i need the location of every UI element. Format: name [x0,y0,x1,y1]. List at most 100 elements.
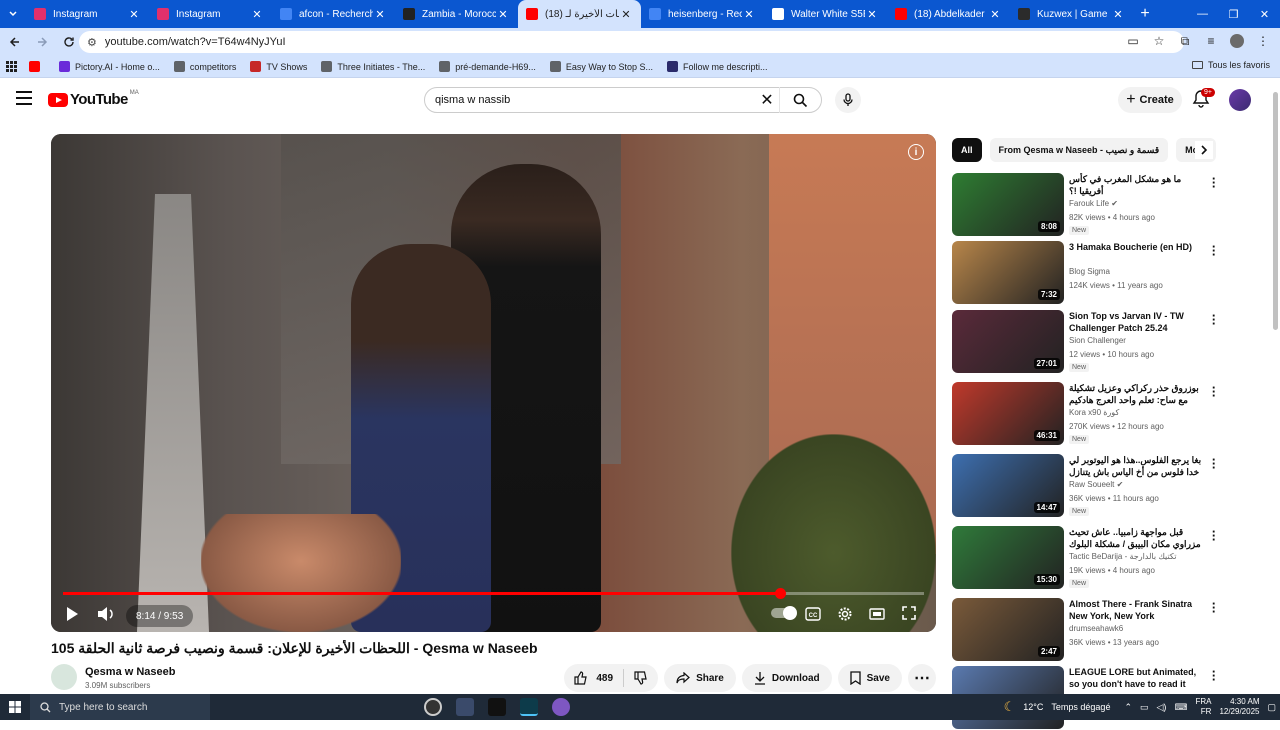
recommendation-channel[interactable]: Blog Sigma [1069,267,1110,276]
recommendation-channel[interactable]: Sion Challenger [1069,336,1126,345]
bookmark-7[interactable]: Follow me descripti... [667,61,768,72]
site-info-icon[interactable]: ⚙ [87,36,97,49]
more-vertical-icon[interactable]: · · · [1210,172,1218,193]
volume-button[interactable] [97,606,115,622]
video-thumbnail[interactable]: 14:47 [952,454,1064,517]
chrome-menu-icon[interactable]: ⋮ [1252,30,1274,52]
tab-close-icon[interactable]: ✕ [250,8,264,21]
more-vertical-icon[interactable]: · · · [1210,597,1218,618]
tab-close-icon[interactable]: ✕ [619,8,633,21]
recommendation-item[interactable]: 2:47 Almost There - Frank Sinatra New Yor… [952,597,1222,662]
tab-0[interactable]: Instagram ✕ [26,0,149,28]
taskbar-app-chrome-icon[interactable] [552,698,570,716]
video-thumbnail[interactable]: 7:32 [952,241,1064,304]
recommendation-title[interactable]: ما هو مشكل المغرب في كأس أفريقيا !؟ [1069,173,1203,197]
bookmark-3[interactable]: TV Shows [250,61,307,72]
tab-6[interactable]: Walter White S5B - W✕ [764,0,887,28]
chip-0[interactable]: All [952,138,982,162]
more-vertical-icon[interactable]: · · · [1210,381,1218,402]
recommendation-title[interactable]: Sion Top vs Jarvan IV - TW Challenger Pa… [1069,310,1203,334]
recommendation-item[interactable]: 27:01 Sion Top vs Jarvan IV - TW Challeng… [952,309,1222,374]
video-thumbnail[interactable]: 46:31 [952,382,1064,445]
more-vertical-icon[interactable]: · · · [1210,525,1218,546]
save-button[interactable]: Save [837,664,902,692]
tab-close-icon[interactable]: ✕ [988,8,1002,21]
recommendation-channel[interactable]: Tactic BeDarija - تكتيك بالدارجة [1069,552,1177,561]
voice-search-button[interactable] [835,87,861,113]
autoplay-toggle[interactable] [771,606,797,620]
reload-button[interactable] [57,30,81,54]
bookmark-1[interactable]: Pictory.AI - Home o... [59,61,160,72]
recommendation-channel[interactable]: drumseahawk6 [1069,624,1123,633]
like-button[interactable]: 489 [564,669,625,687]
video-player[interactable]: i 8:14 / 9:53 CC [51,134,936,632]
tab-2[interactable]: afcon - Recherche Go✕ [272,0,395,28]
profile-avatar[interactable] [1226,30,1248,52]
guide-menu-icon[interactable] [16,91,32,109]
chip-1[interactable]: From Qesma w Naseeb - قسمة و نصيب [989,138,1169,162]
tab-search-button[interactable] [0,0,26,28]
taskbar-app-editor-icon[interactable] [456,698,474,716]
video-thumbnail[interactable]: 8:08 [952,173,1064,236]
recommendation-channel[interactable]: Raw Soueelt ✔ [1069,480,1123,489]
keyboard-icon[interactable]: ⌨ [1174,702,1187,713]
info-icon[interactable]: i [908,144,924,160]
weather-icon[interactable]: ☾ [1004,699,1016,715]
page-scrollbar[interactable] [1271,80,1280,692]
taskbar-app-capcut-icon[interactable] [520,698,538,716]
maximize-button[interactable]: ❐ [1218,0,1249,28]
theater-mode-button[interactable] [869,607,885,621]
more-vertical-icon[interactable]: · · · [1210,665,1218,686]
install-app-icon[interactable]: ▭ [1122,30,1144,52]
all-bookmarks-folder[interactable]: Tous les favoris [1191,60,1270,70]
tab-close-icon[interactable]: ✕ [373,8,387,21]
tab-3[interactable]: Zambia - Morocco Be✕ [395,0,518,28]
tab-close-icon[interactable]: ✕ [865,8,879,21]
fullscreen-button[interactable] [902,606,916,620]
create-button[interactable]: + Create [1118,87,1182,113]
tab-4[interactable]: (18) اللحظات الأخيرة لـ✕ [518,0,641,28]
taskbar-search[interactable]: Type here to search [30,694,210,720]
video-thumbnail[interactable]: 15:30 [952,526,1064,589]
more-vertical-icon[interactable]: · · · [1210,309,1218,330]
address-bar[interactable]: ⚙ youtube.com/watch?v=T64w4NyJYuI [79,31,1184,53]
recommendation-title[interactable]: LEAGUE LORE but Animated, so you don't h… [1069,666,1203,690]
subtitles-button[interactable]: CC [805,607,821,621]
bookmark-6[interactable]: Easy Way to Stop S... [549,61,653,72]
tab-close-icon[interactable]: ✕ [496,8,510,21]
recommendation-item[interactable]: 15:30 قبل مواجهة زامبيا.. عاش تحيث مزراوي… [952,525,1222,590]
recommendation-title[interactable]: 3 Hamaka Boucherie (en HD) [1069,241,1203,253]
video-thumbnail[interactable]: 2:47 [952,598,1064,661]
channel-avatar[interactable] [51,664,77,690]
tab-5[interactable]: heisenberg - Recherc✕ [641,0,764,28]
start-button[interactable] [0,694,30,720]
search-input[interactable]: qisma w nassib [425,94,755,106]
tab-close-icon[interactable]: ✕ [127,8,141,21]
clear-search-icon[interactable]: ✕ [755,90,779,110]
notification-center-icon[interactable]: ▢ [1267,702,1276,713]
recommendation-channel[interactable]: Kora x90 كورة [1069,408,1119,417]
download-button[interactable]: Download [741,664,832,692]
progress-bar[interactable] [63,588,924,599]
recommendation-item[interactable]: 14:47 بغا يرجع الفلوس..هذا هو اليوتوبر لي… [952,453,1222,518]
recommendation-title[interactable]: Almost There - Frank Sinatra New York, N… [1069,598,1203,622]
recommendation-title[interactable]: بغا يرجع الفلوس..هذا هو اليوتوبر لي خدا … [1069,454,1203,478]
bookmark-0[interactable] [29,61,45,72]
recommendation-item[interactable]: 7:32 3 Hamaka Boucherie (en HD) Blog Sigma… [952,240,1222,305]
taskbar-app-obs-icon[interactable] [424,698,442,716]
bookmark-4[interactable]: Three Initiates - The... [321,61,425,72]
back-button[interactable] [3,30,27,54]
tab-close-icon[interactable]: ✕ [742,8,756,21]
more-vertical-icon[interactable]: · · · [1210,453,1218,474]
share-button[interactable]: Share [664,664,736,692]
forward-button[interactable] [30,30,54,54]
play-button[interactable] [65,606,79,622]
video-thumbnail[interactable]: 27:01 [952,310,1064,373]
tab-7[interactable]: (18) Abdelkader Khar✕ [887,0,1010,28]
recommendation-item[interactable]: 8:08 ما هو مشكل المغرب في كأس أفريقيا !؟ F… [952,172,1222,237]
apps-grid-icon[interactable] [6,61,17,72]
bookmark-star-icon[interactable]: ☆ [1148,30,1170,52]
account-avatar[interactable] [1229,89,1251,111]
system-clock[interactable]: 4:30 AM 12/29/2025 [1219,697,1259,717]
input-language[interactable]: FRA FR [1195,697,1211,717]
